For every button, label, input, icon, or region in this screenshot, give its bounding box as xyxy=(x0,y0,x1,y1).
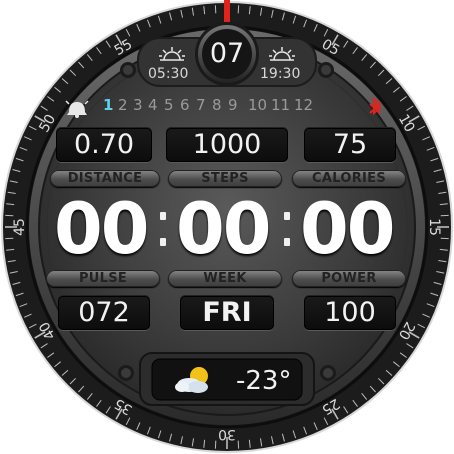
pulse-label: PULSE xyxy=(46,270,160,287)
time-minutes: 00 xyxy=(176,188,271,270)
watch-face: 05 10 15 20 25 30 35 40 45 50 55 07 05:3… xyxy=(0,0,454,454)
hour-number: 6 xyxy=(180,96,190,114)
time-colon-1-top xyxy=(160,212,166,220)
hour-number: 3 xyxy=(133,96,143,114)
screw-top-left xyxy=(120,62,136,78)
hour-number: 2 xyxy=(118,96,128,114)
screw-bottom-right xyxy=(320,365,336,381)
twelve-marker xyxy=(224,0,230,22)
pulse-value: 072 xyxy=(58,296,150,330)
sunrise-time: 05:30 xyxy=(148,66,189,82)
hour-number: 12 xyxy=(294,96,314,114)
hour-number: 11 xyxy=(271,96,291,114)
calories-value: 75 xyxy=(304,128,396,162)
time-colon-1-bottom xyxy=(160,238,166,246)
screw-top-right xyxy=(318,62,334,78)
steps-label: STEPS xyxy=(168,170,282,187)
hour-number: 1 xyxy=(103,96,114,114)
hour-number: 9 xyxy=(228,96,238,114)
hour-number: 5 xyxy=(164,96,174,114)
time-colon-2-top xyxy=(284,212,290,220)
temperature-value: -23° xyxy=(236,366,292,396)
hour-number: 10 xyxy=(248,96,268,114)
sunset-time: 19:30 xyxy=(260,66,301,82)
steps-value: 1000 xyxy=(166,128,288,162)
power-value: 100 xyxy=(304,296,396,330)
power-label: POWER xyxy=(292,270,406,287)
time-colon-2-bottom xyxy=(284,238,290,246)
week-value: FRI xyxy=(180,296,274,330)
date-day: 07 xyxy=(209,38,245,69)
hour-number: 8 xyxy=(212,96,222,114)
screw-bottom-left xyxy=(118,365,134,381)
calories-label: CALORIES xyxy=(292,170,406,187)
week-label: WEEK xyxy=(168,270,282,287)
hour-number: 7 xyxy=(196,96,206,114)
hour-number: 4 xyxy=(148,96,158,114)
time-seconds: 00 xyxy=(300,188,395,270)
distance-value: 0.70 xyxy=(56,128,152,162)
time-hours: 00 xyxy=(54,188,149,270)
distance-label: DISTANCE xyxy=(50,170,160,187)
